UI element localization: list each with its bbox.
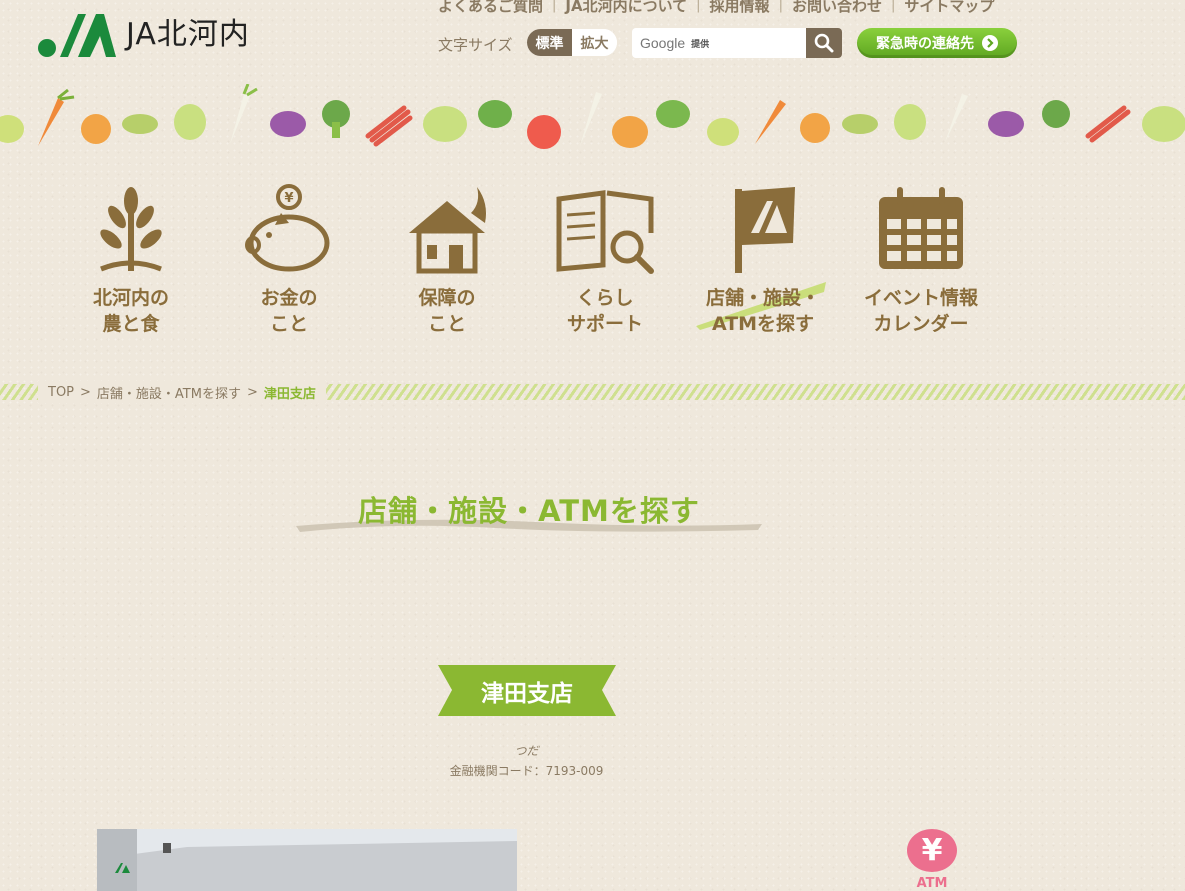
branch-kana: つだ: [514, 744, 539, 758]
logo-text: JA北河内: [126, 17, 250, 52]
breadcrumb: TOP > 店舗・施設・ATMを探す > 津田支店: [38, 381, 326, 403]
search-button[interactable]: [806, 28, 842, 58]
nav-label: お金の こと: [260, 287, 318, 335]
vegetables: [0, 84, 1185, 149]
ja-logo-icon: [38, 14, 116, 57]
svg-text:¥: ¥: [284, 191, 293, 206]
contact-link[interactable]: お問い合わせ: [792, 0, 882, 16]
plant-icon: [100, 187, 162, 272]
font-size-label: 文字サイズ: [438, 36, 513, 54]
branch-name: 津田支店: [481, 680, 573, 707]
branch-name-ribbon: 津田支店: [438, 665, 616, 716]
site-search: Google 提供: [632, 28, 842, 58]
google-label: Google: [640, 35, 686, 51]
search-icon: [814, 33, 834, 53]
ja-logo[interactable]: JA北河内: [38, 12, 250, 58]
arrow-right-icon: [982, 35, 998, 51]
calendar-icon: [879, 187, 963, 269]
nav-label: 店舗・施設・ ATMを探す: [705, 287, 820, 335]
atm-badge: ¥ ATM: [906, 829, 958, 891]
separator: |: [778, 0, 783, 13]
breadcrumb-parent-link[interactable]: 店舗・施設・ATMを探す: [97, 383, 241, 402]
breadcrumb-separator: >: [246, 384, 258, 400]
main-navigation: 北河内の 農と食 ¥ お金の こと 保障の こと くらし サポート 店舗・施設・…: [52, 183, 1000, 337]
font-size-standard-button[interactable]: 標準: [527, 29, 572, 56]
faq-link[interactable]: よくあるご質問: [438, 0, 543, 16]
separator: |: [890, 0, 896, 13]
nav-agriculture-food[interactable]: 北河内の 農と食: [52, 183, 210, 337]
page-title: 店舗・施設・ATMを探す: [358, 494, 700, 528]
page-title-block: 店舗・施設・ATMを探す: [296, 488, 762, 540]
separator: |: [552, 0, 557, 13]
emergency-label: 緊急時の連絡先: [876, 36, 974, 52]
font-size-large-button[interactable]: 拡大: [572, 29, 617, 56]
separator: |: [696, 0, 701, 13]
sitemap-link[interactable]: サイトマップ: [904, 0, 994, 16]
yen-icon: ¥: [907, 829, 957, 872]
top-links: よくあるご質問 | JA北河内について | 採用情報 | お問い合わせ | サイ…: [438, 0, 994, 16]
recruit-link[interactable]: 採用情報: [710, 0, 770, 16]
nav-money[interactable]: ¥ お金の こと: [210, 183, 368, 337]
provided-label: 提供: [691, 39, 710, 50]
atm-label: ATM: [916, 876, 948, 891]
nav-label: くらし サポート: [566, 287, 643, 335]
font-size-toggle: 標準 拡大: [527, 29, 617, 56]
breadcrumb-current: 津田支店: [263, 386, 316, 402]
nav-insurance[interactable]: 保障の こと: [368, 183, 526, 337]
branch-photo: [97, 829, 517, 891]
search-input[interactable]: Google 提供: [632, 28, 806, 58]
nav-life-support[interactable]: くらし サポート: [526, 183, 684, 337]
piggy-bank-icon: ¥: [245, 184, 330, 272]
flag-icon: [735, 187, 795, 273]
book-search-icon: [556, 190, 654, 274]
emergency-contact-button[interactable]: 緊急時の連絡先: [857, 28, 1017, 58]
nav-label: 北河内の 農と食: [92, 287, 169, 335]
breadcrumb-separator: >: [80, 384, 91, 400]
about-link[interactable]: JA北河内について: [565, 0, 687, 16]
breadcrumb-top-link[interactable]: TOP: [48, 385, 74, 400]
nav-label: 保障の こと: [418, 287, 476, 335]
house-icon: [409, 187, 486, 274]
bank-code: 金融機関コード：7193-009: [449, 764, 604, 778]
nav-event-calendar[interactable]: イベント情報 カレンダー: [842, 183, 1000, 337]
nav-label: イベント情報 カレンダー: [863, 287, 978, 335]
vegetable-illustration-band: [0, 84, 1185, 149]
building-image: [97, 829, 517, 891]
nav-store-search[interactable]: 店舗・施設・ ATMを探す: [684, 183, 842, 337]
